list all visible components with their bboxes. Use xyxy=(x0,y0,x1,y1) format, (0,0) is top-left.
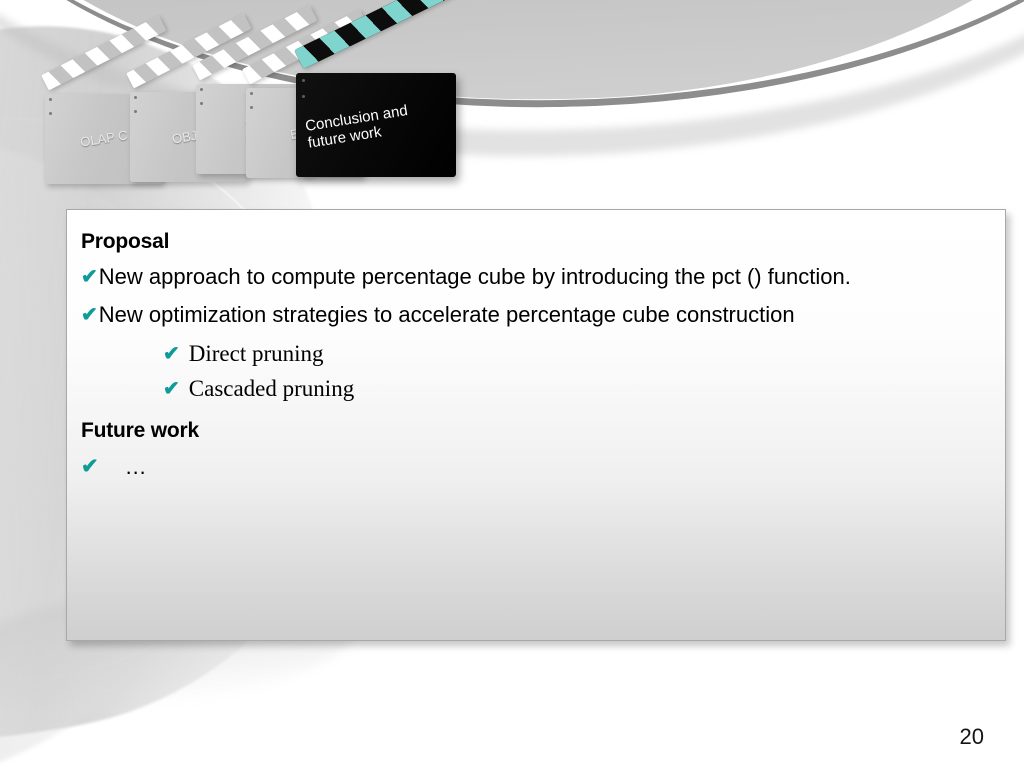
board-stud xyxy=(250,92,253,95)
bullet-text: New optimization strategies to accelerat… xyxy=(98,301,795,327)
check-icon: ✔ xyxy=(81,303,98,326)
slide-content-panel: Proposal ✔New approach to compute percen… xyxy=(66,209,1006,641)
board-stud xyxy=(200,88,203,91)
heading-proposal: Proposal xyxy=(81,230,170,253)
presentation-slide: OLAP C OBJE Op stra xyxy=(0,0,1024,768)
sub-bullet-cascaded-pruning: ✔ Cascaded pruning xyxy=(81,375,983,404)
board-stud xyxy=(49,98,52,101)
check-icon: ✔ xyxy=(163,377,180,400)
sub-bullet-text: Direct pruning xyxy=(188,340,324,366)
section-nav-clapperboards: OLAP C OBJE Op stra xyxy=(0,0,520,220)
nav-board-conclusion-and-future-work[interactable]: Conclusion and future work xyxy=(294,0,456,177)
bullet-future-work-placeholder: ✔… xyxy=(81,455,983,479)
page-number: 20 xyxy=(959,724,984,749)
check-icon: ✔ xyxy=(81,266,98,288)
board-stud xyxy=(302,79,305,82)
board-stud xyxy=(134,96,137,99)
sub-bullet-text: Cascaded pruning xyxy=(188,375,355,401)
bullet-new-approach: ✔New approach to compute percentage cube… xyxy=(81,264,983,290)
heading-future-work: Future work xyxy=(81,419,199,443)
ellipsis-text: … xyxy=(124,454,148,480)
bullet-text: New approach to compute percentage cube … xyxy=(98,264,851,289)
sub-bullet-direct-pruning: ✔ Direct pruning xyxy=(81,340,983,369)
bullet-new-optimization: ✔New optimization strategies to accelera… xyxy=(81,302,983,328)
check-icon: ✔ xyxy=(81,455,99,479)
check-icon: ✔ xyxy=(163,342,180,365)
